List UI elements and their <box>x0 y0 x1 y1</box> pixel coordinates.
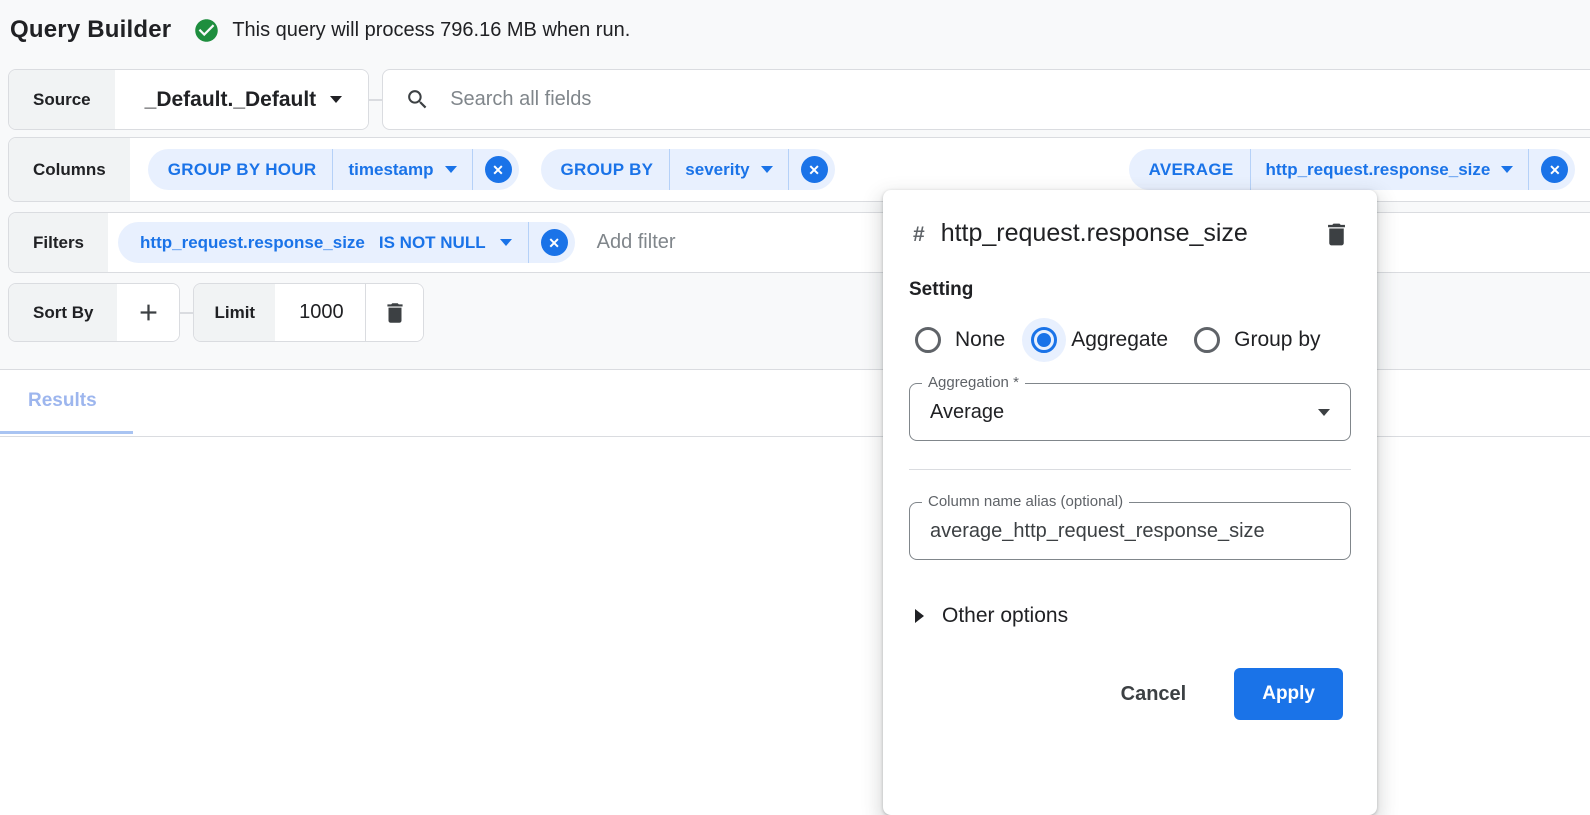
columns-label: Columns <box>9 138 130 201</box>
chip-field-dropdown[interactable]: timestamp <box>333 160 471 180</box>
column-alias-field-group: Column name alias (optional) <box>909 502 1351 560</box>
numeric-type-icon: # <box>913 223 925 247</box>
chip-prefix: GROUP BY HOUR <box>148 160 333 180</box>
delete-column-button[interactable] <box>1322 220 1351 249</box>
query-status-text: This query will process 796.16 MB when r… <box>232 19 630 42</box>
trash-icon <box>1322 220 1351 249</box>
limit-label: Limit <box>194 284 275 341</box>
search-input[interactable] <box>448 87 1590 112</box>
setting-heading: Setting <box>909 279 1351 301</box>
popup-divider <box>909 469 1351 470</box>
apply-button[interactable]: Apply <box>1234 668 1343 720</box>
chevron-down-icon <box>445 166 457 173</box>
row-connector <box>180 312 193 314</box>
limit-group: Limit <box>193 283 424 342</box>
chip-field-name: timestamp <box>348 160 433 180</box>
column-chip-response-size: AVERAGE http_request.response_size ✕ <box>1129 149 1576 190</box>
remove-column-button[interactable]: ✕ <box>1529 156 1575 183</box>
source-group: Source _Default._Default <box>8 69 369 130</box>
column-chip-timestamp: GROUP BY HOUR timestamp ✕ <box>148 149 519 190</box>
remove-column-button[interactable]: ✕ <box>473 156 519 183</box>
close-icon: ✕ <box>1541 156 1568 183</box>
expand-right-icon <box>915 609 924 623</box>
chevron-down-icon <box>330 96 342 103</box>
popup-title-row: # http_request.response_size <box>909 210 1351 257</box>
page-title: Query Builder <box>10 16 171 44</box>
popup-footer: Cancel Apply <box>909 668 1351 720</box>
chip-field-dropdown[interactable]: severity <box>670 160 787 180</box>
add-sort-button[interactable] <box>117 284 179 341</box>
radio-icon <box>1194 327 1220 353</box>
delete-limit-button[interactable] <box>365 284 423 341</box>
source-label: Source <box>9 70 115 129</box>
chevron-down-icon <box>1318 409 1330 416</box>
filter-operator: IS NOT NULL <box>379 233 486 253</box>
chip-prefix: GROUP BY <box>541 160 670 180</box>
chevron-down-icon <box>761 166 773 173</box>
remove-filter-button[interactable]: ✕ <box>529 229 575 256</box>
sort-limit-row: Sort By Limit <box>8 283 424 342</box>
radio-label: None <box>955 328 1005 352</box>
chip-prefix: AVERAGE <box>1129 160 1250 180</box>
filter-chip-dropdown[interactable]: http_request.response_size IS NOT NULL <box>118 233 528 253</box>
search-field-group <box>382 69 1590 130</box>
source-dropdown-value: _Default._Default <box>145 88 317 112</box>
row-connector <box>369 99 382 101</box>
column-alias-label: Column name alias (optional) <box>922 493 1129 510</box>
setting-radio-group: None Aggregate Group by <box>915 327 1351 353</box>
other-options-label: Other options <box>942 604 1068 628</box>
aggregation-select-label: Aggregation * <box>922 374 1025 391</box>
popup-title: http_request.response_size <box>941 210 1293 257</box>
radio-option-group-by[interactable]: Group by <box>1194 327 1320 353</box>
column-chip-severity: GROUP BY severity ✕ <box>541 149 835 190</box>
column-settings-popup: # http_request.response_size Setting Non… <box>883 190 1377 815</box>
remove-column-button[interactable]: ✕ <box>789 156 835 183</box>
filters-label: Filters <box>9 213 108 272</box>
close-icon: ✕ <box>485 156 512 183</box>
radio-option-aggregate[interactable]: Aggregate <box>1031 327 1168 353</box>
trash-icon <box>382 300 408 326</box>
chip-field-name: severity <box>685 160 749 180</box>
search-icon <box>405 87 430 112</box>
chip-field-dropdown[interactable]: http_request.response_size <box>1251 160 1529 180</box>
radio-selected-icon <box>1031 327 1057 353</box>
chevron-down-icon <box>500 239 512 246</box>
close-icon: ✕ <box>541 229 568 256</box>
source-row: Source _Default._Default <box>8 69 1590 130</box>
plus-icon <box>135 299 162 326</box>
query-builder-header: Query Builder This query will process 79… <box>10 16 630 44</box>
radio-option-none[interactable]: None <box>915 327 1005 353</box>
source-dropdown[interactable]: _Default._Default <box>115 70 369 129</box>
close-icon: ✕ <box>801 156 828 183</box>
tab-results[interactable]: Results <box>0 370 133 434</box>
tab-results-label: Results <box>28 390 97 412</box>
sort-by-group: Sort By <box>8 283 180 342</box>
cancel-button[interactable]: Cancel <box>1115 682 1193 707</box>
chevron-down-icon <box>1501 166 1513 173</box>
aggregation-select[interactable]: Aggregation * Average <box>909 383 1351 441</box>
limit-input[interactable] <box>275 284 365 341</box>
sort-by-label: Sort By <box>9 284 117 341</box>
chip-field-name: http_request.response_size <box>1266 160 1491 180</box>
filter-chip-response-size: http_request.response_size IS NOT NULL ✕ <box>118 222 575 263</box>
column-alias-input[interactable] <box>930 520 1330 543</box>
radio-icon <box>915 327 941 353</box>
aggregation-select-value: Average <box>930 401 1318 424</box>
radio-label: Group by <box>1234 328 1320 352</box>
radio-label: Aggregate <box>1071 328 1168 352</box>
other-options-expander[interactable]: Other options <box>915 604 1068 628</box>
add-filter-placeholder[interactable]: Add filter <box>597 231 676 254</box>
filter-field-name: http_request.response_size <box>140 233 365 253</box>
check-circle-icon <box>193 17 220 44</box>
